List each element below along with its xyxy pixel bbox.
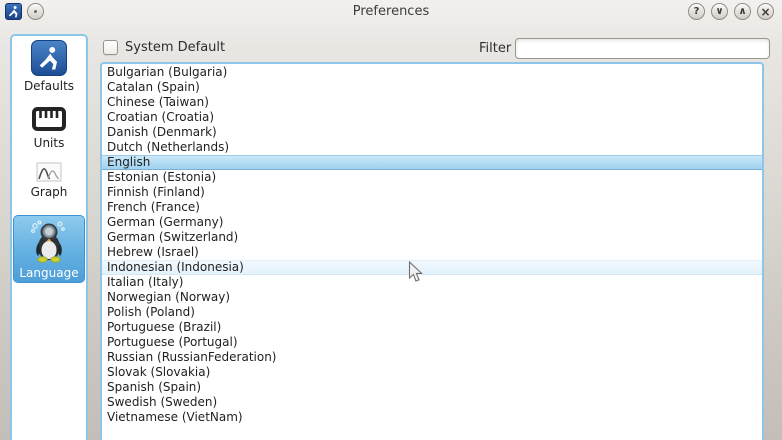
language-list-item[interactable]: German (Germany)	[102, 215, 762, 230]
language-list-item[interactable]: Russian (RussianFederation)	[102, 350, 762, 365]
language-list-item[interactable]: French (France)	[102, 200, 762, 215]
language-list-item[interactable]: Catalan (Spain)	[102, 80, 762, 95]
language-list-item[interactable]: Italian (Italy)	[102, 275, 762, 290]
language-list-item[interactable]: Danish (Denmark)	[102, 125, 762, 140]
filter-label: Filter	[479, 41, 511, 56]
diver-icon	[31, 40, 67, 76]
language-list-item[interactable]: Norwegian (Norway)	[102, 290, 762, 305]
language-list-item[interactable]: Bulgarian (Bulgaria)	[102, 65, 762, 80]
filter-input[interactable]	[515, 38, 770, 59]
checkbox-box-icon[interactable]	[103, 40, 118, 55]
language-list-item[interactable]: Dutch (Netherlands)	[102, 140, 762, 155]
sidebar-item-units[interactable]: Units	[13, 103, 85, 152]
language-list-item[interactable]: English	[102, 155, 762, 170]
language-list-item[interactable]: Hebrew (Israel)	[102, 245, 762, 260]
language-list-item[interactable]: Croatian (Croatia)	[102, 110, 762, 125]
sidebar-item-label: Units	[34, 136, 65, 150]
titlebar: Preferences ? ∨ ∧ ×	[0, 0, 782, 22]
sidebar-item-label: Language	[19, 266, 78, 280]
language-list-item[interactable]: Finnish (Finland)	[102, 185, 762, 200]
language-list-item[interactable]: Polish (Poland)	[102, 305, 762, 320]
language-list-item[interactable]: Spanish (Spain)	[102, 380, 762, 395]
sidebar-item-defaults[interactable]: Defaults	[13, 38, 85, 95]
system-default-label: System Default	[125, 40, 225, 55]
close-button[interactable]: ×	[757, 3, 774, 20]
language-list-item[interactable]: Indonesian (Indonesia)	[102, 260, 762, 275]
window-title: Preferences	[0, 4, 782, 19]
language-list-item[interactable]: Portuguese (Portugal)	[102, 335, 762, 350]
ruler-icon	[31, 105, 67, 133]
language-list-item[interactable]: Estonian (Estonia)	[102, 170, 762, 185]
language-list-item[interactable]: Vietnamese (VietNam)	[102, 410, 762, 425]
sidebar-item-label: Defaults	[24, 79, 74, 93]
sidebar-item-graph[interactable]: Graph	[13, 160, 85, 201]
category-sidebar: Defaults Units Graph Language	[10, 34, 88, 440]
system-default-checkbox[interactable]: System Default	[103, 40, 225, 55]
language-list-item[interactable]: Portuguese (Brazil)	[102, 320, 762, 335]
sidebar-item-label: Graph	[31, 185, 68, 199]
keep-above-button[interactable]: ∧	[734, 3, 751, 20]
penguin-icon	[28, 219, 70, 263]
language-list-item[interactable]: Chinese (Taiwan)	[102, 95, 762, 110]
help-button[interactable]: ?	[688, 3, 705, 20]
language-list: Bulgarian (Bulgaria)Catalan (Spain)Chine…	[100, 62, 764, 440]
language-list-item[interactable]: German (Switzerland)	[102, 230, 762, 245]
sidebar-item-language[interactable]: Language	[13, 215, 85, 283]
keep-below-button[interactable]: ∨	[711, 3, 728, 20]
graph-icon	[36, 162, 62, 182]
language-list-item[interactable]: Slovak (Slovakia)	[102, 365, 762, 380]
language-list-item[interactable]: Swedish (Sweden)	[102, 395, 762, 410]
window-controls: ? ∨ ∧ ×	[688, 3, 774, 20]
